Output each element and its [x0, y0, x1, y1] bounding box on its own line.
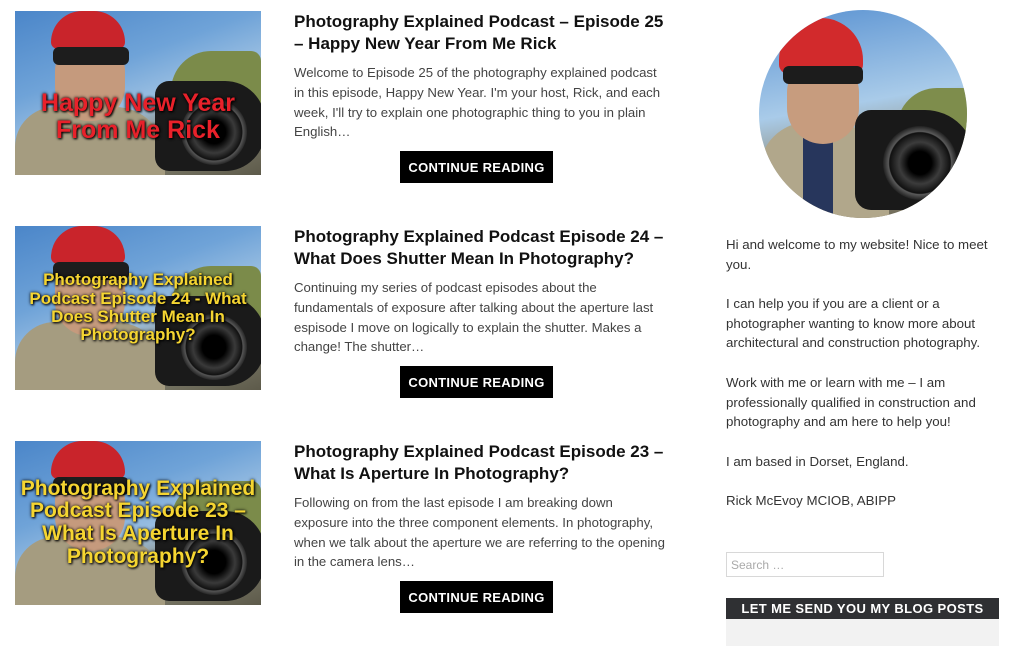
avatar-sunglasses	[783, 66, 863, 84]
continue-reading-button[interactable]: CONTINUE READING	[400, 151, 553, 183]
post-thumbnail[interactable]: Photography Explained Podcast Episode 23…	[15, 441, 261, 605]
thumbnail-overlay-text: Photography Explained Podcast Episode 23…	[20, 476, 256, 568]
post-thumbnail[interactable]: Photography Explained Podcast Episode 24…	[15, 226, 261, 390]
post-thumbnail[interactable]: Happy New Year From Me Rick	[15, 11, 261, 175]
post-title[interactable]: Photography Explained Podcast – Episode …	[294, 11, 666, 55]
bio-location: I am based in Dorset, England.	[726, 454, 909, 469]
bio-help: I can help you if you are a client or a …	[726, 296, 981, 351]
bio-signature: Rick McEvoy MCIOB, ABIPP	[726, 493, 896, 508]
continue-reading-button[interactable]: CONTINUE READING	[400, 581, 553, 613]
thumbnail-overlay-text: Happy New Year From Me Rick	[40, 89, 236, 144]
post-title[interactable]: Photography Explained Podcast Episode 23…	[294, 441, 666, 485]
avatar-shirt	[803, 138, 833, 218]
subscribe-form-area	[726, 619, 999, 646]
post-excerpt: Continuing my series of podcast episodes…	[294, 280, 654, 355]
post-title[interactable]: Photography Explained Podcast Episode 24…	[294, 226, 666, 270]
search-input[interactable]	[726, 552, 884, 577]
thumbnail-overlay-text: Photography Explained Podcast Episode 24…	[29, 270, 247, 345]
author-avatar	[759, 10, 967, 218]
post-excerpt: Following on from the last episode I am …	[294, 495, 665, 570]
avatar-lens	[883, 126, 957, 200]
post-excerpt: Welcome to Episode 25 of the photography…	[294, 65, 661, 140]
bio-qualification: Work with me or learn with me – I am pro…	[726, 375, 976, 430]
subscribe-button[interactable]: LET ME SEND YOU MY BLOG POSTS	[726, 598, 999, 619]
continue-reading-button[interactable]: CONTINUE READING	[400, 366, 553, 398]
bio-greeting: Hi and welcome to my website! Nice to me…	[726, 237, 988, 272]
